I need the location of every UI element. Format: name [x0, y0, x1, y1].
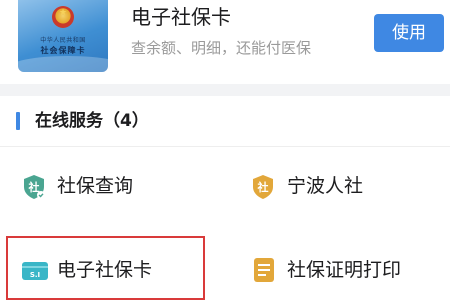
thumbnail-country-text: 中华人民共和国 — [40, 37, 86, 44]
service-item-ningbo-hrss[interactable]: 社 宁波人社 — [240, 158, 440, 214]
e-card-icon: S.I — [22, 262, 48, 280]
e-social-security-card-entry[interactable]: ★ 中华人民共和国 社会保障卡 电子社保卡 查余额、明细，还能付医保 使用 — [0, 0, 450, 84]
svg-text:社: 社 — [257, 180, 269, 194]
section-separator — [0, 84, 450, 96]
document-print-icon — [254, 258, 274, 282]
svg-text:S.I: S.I — [30, 271, 40, 279]
social-security-card-thumbnail: ★ 中华人民共和国 社会保障卡 — [18, 0, 108, 72]
service-label: 宁波人社 — [287, 175, 364, 197]
service-label: 社保证明打印 — [287, 259, 402, 281]
service-item-e-social-security-card[interactable]: S.I 电子社保卡 — [14, 242, 204, 298]
service-label: 电子社保卡 — [57, 259, 153, 281]
use-button[interactable]: 使用 — [374, 14, 444, 52]
ningbo-hrss-badge-icon: 社 — [253, 175, 273, 199]
emblem-star-icon: ★ — [59, 8, 68, 18]
section-title: 在线服务（4） — [35, 111, 149, 131]
service-item-certificate-print[interactable]: 社保证明打印 — [240, 242, 440, 298]
thumbnail-wave — [18, 56, 108, 72]
service-item-social-security-query[interactable]: 社 社保查询 — [14, 158, 204, 214]
social-security-shield-icon: 社 — [24, 175, 45, 199]
screen: ★ 中华人民共和国 社会保障卡 电子社保卡 查余额、明细，还能付医保 使用 在线… — [0, 0, 450, 300]
card-subtitle: 查余额、明细，还能付医保 — [131, 39, 312, 57]
card-title: 电子社保卡 — [131, 5, 231, 29]
svg-text:社: 社 — [28, 180, 40, 194]
service-label: 社保查询 — [57, 175, 134, 197]
thumbnail-card-text: 社会保障卡 — [40, 46, 86, 55]
divider — [0, 146, 450, 147]
section-accent-bar — [16, 112, 20, 130]
